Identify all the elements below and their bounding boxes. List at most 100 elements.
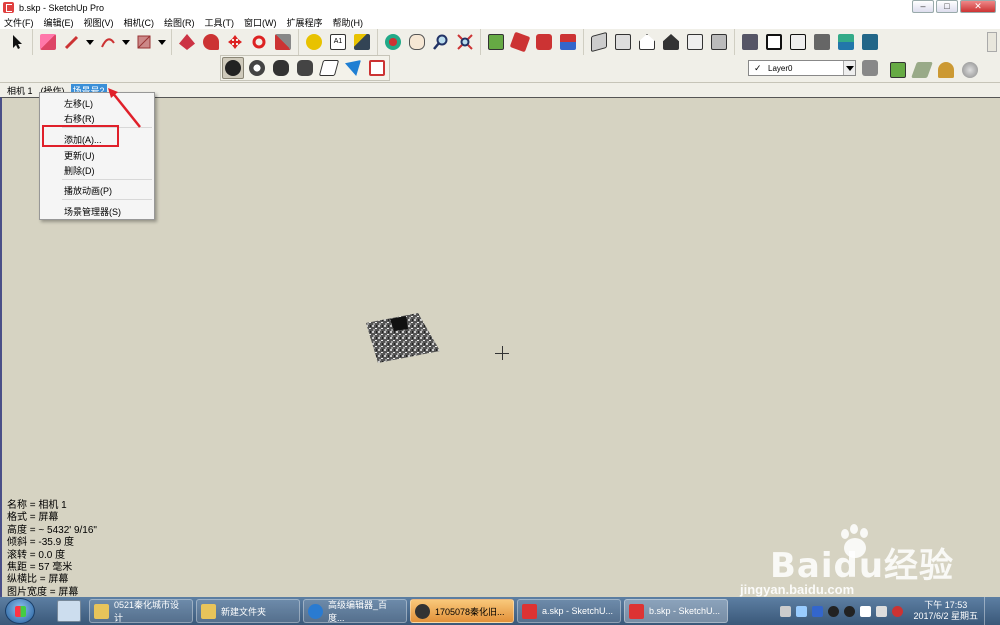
layer-selector[interactable]: ✓ Layer0 xyxy=(748,60,856,76)
tape-measure-tool-button[interactable] xyxy=(303,31,325,53)
show-desktop-button[interactable] xyxy=(984,597,994,625)
menu-edit[interactable]: 编辑(E) xyxy=(44,16,74,29)
alert-icon[interactable] xyxy=(892,605,904,617)
close-button[interactable]: ✕ xyxy=(960,0,996,13)
taskbar-item-folder-2[interactable]: 新建文件夹 xyxy=(196,599,300,623)
monochrome-style-button[interactable] xyxy=(859,31,881,53)
shield-icon[interactable] xyxy=(812,605,824,617)
start-button[interactable] xyxy=(5,598,35,624)
camera-info-overlay: 名称 = 相机 1 格式 = 屏幕 高度 = ~ 5432' 9/16" 倾斜 … xyxy=(7,500,97,599)
watermark-text: Baidu经验 xyxy=(770,546,955,586)
extension-warehouse-button[interactable] xyxy=(557,31,579,53)
geo-location-button[interactable] xyxy=(887,59,909,81)
menu-item-move-left[interactable]: 左移(L) xyxy=(64,97,93,110)
textured-style-button[interactable] xyxy=(835,31,857,53)
monochrome-cube-icon xyxy=(862,34,878,50)
paint-bucket-tool-button[interactable] xyxy=(351,31,373,53)
menu-view[interactable]: 视图(V) xyxy=(84,16,114,29)
taskbar-item-sketchup-b[interactable]: b.skp - SketchU... xyxy=(624,599,728,623)
right-view-button[interactable] xyxy=(660,31,682,53)
line-dropdown[interactable] xyxy=(85,31,95,53)
preview-button[interactable] xyxy=(959,59,981,81)
taskbar-item-label: 1705078秦化旧... xyxy=(435,606,505,617)
rectangle-tool-button[interactable] xyxy=(133,31,155,53)
taskbar-item-chat[interactable]: 1705078秦化旧... xyxy=(410,599,514,623)
layer-manager-button[interactable] xyxy=(859,57,881,79)
section-display-icon xyxy=(318,60,340,76)
section-fill-button[interactable] xyxy=(366,57,388,79)
wireframe-style-button[interactable] xyxy=(763,31,785,53)
text-tool-button[interactable]: A1 xyxy=(327,31,349,53)
walk-button[interactable] xyxy=(270,57,292,79)
menu-extensions[interactable]: 扩展程序 xyxy=(287,16,323,29)
signal-icon[interactable] xyxy=(860,605,872,617)
xray-style-button[interactable] xyxy=(739,31,761,53)
look-around-button[interactable] xyxy=(246,57,268,79)
zoom-tool-button[interactable] xyxy=(430,31,452,53)
taskbar-item-sketchup-a[interactable]: a.skp - SketchU... xyxy=(517,599,621,623)
position-camera-button[interactable] xyxy=(222,57,244,79)
menu-item-move-right[interactable]: 右移(R) xyxy=(64,112,95,125)
sketchup-app-icon[interactable] xyxy=(3,2,14,13)
menu-separator xyxy=(62,199,152,200)
rotate-tool-button[interactable] xyxy=(248,31,270,53)
display-section-planes-button[interactable] xyxy=(318,57,340,79)
menu-window[interactable]: 窗口(W) xyxy=(244,16,277,29)
section-plane-button[interactable] xyxy=(294,57,316,79)
maximize-button[interactable]: □ xyxy=(936,0,958,13)
eraser-tool-button[interactable] xyxy=(37,31,59,53)
qq-penguin-icon[interactable] xyxy=(844,605,856,617)
menu-help[interactable]: 帮助(H) xyxy=(333,16,364,29)
chevron-down-icon xyxy=(86,39,94,45)
back-view-button[interactable] xyxy=(684,31,706,53)
terrain-button[interactable] xyxy=(911,59,933,81)
menu-draw[interactable]: 绘图(R) xyxy=(164,16,195,29)
qq-penguin-icon[interactable] xyxy=(828,605,840,617)
network-icon[interactable] xyxy=(796,605,808,617)
display-section-cuts-button[interactable] xyxy=(342,57,364,79)
iso-view-button[interactable] xyxy=(588,31,610,53)
scene-tab-camera1[interactable]: 相机 1 xyxy=(5,84,35,97)
move-arrows-icon xyxy=(228,35,242,49)
pan-tool-button[interactable] xyxy=(406,31,428,53)
menu-item-delete[interactable]: 删除(D) xyxy=(64,164,95,177)
follow-me-tool-button[interactable] xyxy=(200,31,222,53)
menu-item-scene-manager[interactable]: 场景管理器(S) xyxy=(64,205,121,218)
share-component-icon xyxy=(536,34,552,50)
layer-dropdown-button[interactable] xyxy=(843,61,855,75)
left-view-button[interactable] xyxy=(708,31,730,53)
menu-item-play-animation[interactable]: 播放动画(P) xyxy=(64,184,112,197)
toolbar-scroll-handle[interactable] xyxy=(987,32,997,52)
front-view-button[interactable] xyxy=(636,31,658,53)
volume-icon[interactable] xyxy=(876,605,888,617)
hidden-line-style-button[interactable] xyxy=(787,31,809,53)
scale-tool-button[interactable] xyxy=(272,31,294,53)
select-tool-button[interactable] xyxy=(6,31,28,53)
camera-icon xyxy=(225,60,241,76)
share-component-button[interactable] xyxy=(533,31,555,53)
menu-item-update[interactable]: 更新(U) xyxy=(64,149,95,162)
minimize-button[interactable]: – xyxy=(912,0,934,13)
shape-dropdown[interactable] xyxy=(157,31,167,53)
share-model-icon xyxy=(509,31,531,53)
top-view-button[interactable] xyxy=(612,31,634,53)
menu-camera[interactable]: 相机(C) xyxy=(124,16,155,29)
push-pull-tool-button[interactable] xyxy=(176,31,198,53)
share-model-button[interactable] xyxy=(509,31,531,53)
calculator-icon[interactable] xyxy=(57,600,81,622)
zoom-extents-tool-button[interactable] xyxy=(454,31,476,53)
menu-tools[interactable]: 工具(T) xyxy=(205,16,235,29)
system-clock[interactable]: 下午 17:53 2017/6/2 星期五 xyxy=(913,600,978,622)
menu-file[interactable]: 文件(F) xyxy=(4,16,34,29)
arc-tool-button[interactable] xyxy=(97,31,119,53)
shaded-style-button[interactable] xyxy=(811,31,833,53)
line-tool-button[interactable] xyxy=(61,31,83,53)
photo-textures-button[interactable] xyxy=(935,59,957,81)
move-tool-button[interactable] xyxy=(224,31,246,53)
taskbar-item-folder-1[interactable]: 0521秦化城市设计 xyxy=(89,599,193,623)
arc-dropdown[interactable] xyxy=(121,31,131,53)
keyboard-icon[interactable] xyxy=(780,605,792,617)
orbit-tool-button[interactable] xyxy=(382,31,404,53)
warehouse-button[interactable] xyxy=(485,31,507,53)
taskbar-item-browser[interactable]: 高级编辑器_百度... xyxy=(303,599,407,623)
